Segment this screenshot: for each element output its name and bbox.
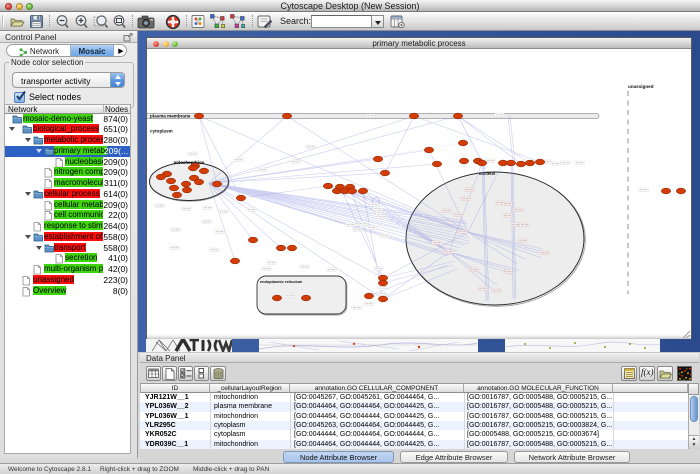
svg-text:cytoplasm: cytoplasm [150, 129, 173, 134]
svg-text:unassigned: unassigned [628, 84, 654, 89]
svg-text:nucleus: nucleus [479, 171, 496, 176]
svg-text:mitochondrion: mitochondrion [174, 160, 205, 165]
svg-text:plasma membrane: plasma membrane [150, 114, 191, 119]
svg-text:endoplasmic reticulum: endoplasmic reticulum [260, 279, 303, 284]
